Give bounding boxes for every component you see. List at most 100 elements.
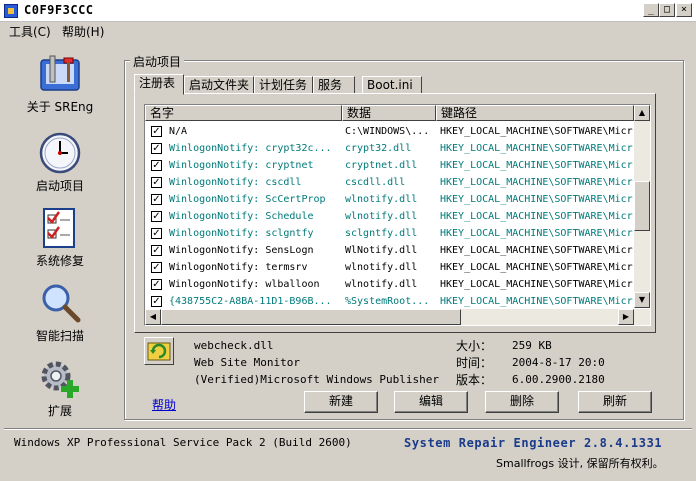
clock-icon <box>38 131 82 175</box>
table-row[interactable]: ✓ WinlogonNotify: Schedule wlnotify.dll HKE… <box>145 208 635 225</box>
row-checkbox[interactable]: ✓ <box>151 177 162 188</box>
menu-help[interactable]: 帮助(H) <box>62 23 104 40</box>
row-data: wlnotify.dll <box>345 211 418 222</box>
row-data: wlnotify.dll <box>345 279 418 290</box>
row-checkbox[interactable]: ✓ <box>151 211 162 222</box>
scroll-up-arrow[interactable]: ▲ <box>634 105 650 121</box>
sidebar-label-repair: 系统修复 <box>35 254 84 268</box>
row-name: N/A <box>169 126 188 137</box>
row-data: crypt32.dll <box>345 143 412 154</box>
row-key-path: HKEY_LOCAL_MACHINE\SOFTWARE\Micr <box>440 143 633 154</box>
detail-publisher: (Verified)Microsoft Windows Publisher <box>194 373 440 386</box>
table-row[interactable]: ✓ WinlogonNotify: SensLogn WlNotify.dll HKE… <box>145 242 635 259</box>
row-checkbox[interactable]: ✓ <box>151 143 162 154</box>
os-version-text: Windows XP Professional Service Pack 2 (… <box>14 436 352 449</box>
copyright-text: Smallfrogs 设计, 保留所有权利。 <box>496 457 664 470</box>
horizontal-scrollbar[interactable]: ◀ ▶ <box>145 309 650 325</box>
row-checkbox[interactable]: ✓ <box>151 279 162 290</box>
row-checkbox[interactable]: ✓ <box>151 296 162 307</box>
row-key-path: HKEY_LOCAL_MACHINE\SOFTWARE\Micr <box>440 211 633 222</box>
app-icon[interactable] <box>4 4 18 18</box>
magnifier-icon <box>38 281 82 325</box>
row-data: %SystemRoot... <box>345 296 430 307</box>
row-key-path: HKEY_LOCAL_MACHINE\SOFTWARE\Micr <box>440 228 633 239</box>
sidebar-item-scan[interactable]: 智能扫描 <box>10 281 110 344</box>
table-row[interactable]: ✓ N/A C:\WINDOWS\... HKEY_LOCAL_MACHINE\SOF… <box>145 123 635 140</box>
checklist-icon <box>38 206 82 250</box>
row-name: WinlogonNotify: SensLogn <box>169 245 314 256</box>
sidebar-item-about[interactable]: 关于 SREng <box>10 52 110 115</box>
tab-registry[interactable]: 注册表 <box>134 74 184 95</box>
scroll-down-arrow[interactable]: ▼ <box>634 292 650 308</box>
row-checkbox[interactable]: ✓ <box>151 126 162 137</box>
row-name: WinlogonNotify: termsrv <box>169 262 308 273</box>
scroll-right-arrow[interactable]: ▶ <box>618 309 634 325</box>
table-row[interactable]: ✓ WinlogonNotify: wlballoon wlnotify.dll HK… <box>145 276 635 293</box>
row-data: cryptnet.dll <box>345 160 418 171</box>
sidebar-item-repair[interactable]: 系统修复 <box>10 206 110 269</box>
table-row[interactable]: ✓ WinlogonNotify: cscdll cscdll.dll HKEY_LO… <box>145 174 635 191</box>
list-header: 名字 数据 键路径 <box>145 105 650 122</box>
table-row[interactable]: ✓ WinlogonNotify: termsrv wlnotify.dll HKEY… <box>145 259 635 276</box>
row-checkbox[interactable]: ✓ <box>151 160 162 171</box>
refresh-button[interactable]: 刷新 <box>578 391 652 413</box>
detail-file-name: webcheck.dll <box>194 339 274 352</box>
menu-tools[interactable]: 工具(C) <box>9 23 51 40</box>
row-data: cscdll.dll <box>345 177 406 188</box>
row-checkbox[interactable]: ✓ <box>151 245 162 256</box>
row-name: WinlogonNotify: cryptnet <box>169 160 314 171</box>
row-data: WlNotify.dll <box>345 245 418 256</box>
row-name: WinlogonNotify: sclgntfy <box>169 228 314 239</box>
horizontal-scroll-thumb[interactable] <box>161 309 461 325</box>
column-header-path[interactable]: 键路径 <box>436 105 634 121</box>
row-key-path: HKEY_LOCAL_MACHINE\SOFTWARE\Micr <box>440 194 633 205</box>
scroll-left-arrow[interactable]: ◀ <box>145 309 161 325</box>
row-key-path: HKEY_LOCAL_MACHINE\SOFTWARE\Micr <box>440 126 633 137</box>
column-header-data[interactable]: 数据 <box>342 105 436 121</box>
row-checkbox[interactable]: ✓ <box>151 194 162 205</box>
detail-description: Web Site Monitor <box>194 356 300 369</box>
detail-time-label: 时间： <box>456 356 493 370</box>
sidebar-item-startup[interactable]: 启动项目 <box>10 131 110 194</box>
vertical-scrollbar[interactable]: ▲ ▼ <box>634 105 650 308</box>
row-key-path: HKEY_LOCAL_MACHINE\SOFTWARE\Micr <box>440 245 633 256</box>
menu-bar: 工具(C) 帮助(H) <box>0 22 696 40</box>
scroll-thumb[interactable] <box>634 181 650 231</box>
detail-version-label: 版本： <box>456 373 493 387</box>
row-data: wlnotify.dll <box>345 194 418 205</box>
title-bar[interactable]: C0F9F3CCC _ □ × <box>0 0 696 22</box>
maximize-button[interactable]: □ <box>659 3 675 17</box>
row-name: WinlogonNotify: wlballoon <box>169 279 320 290</box>
detail-size-label: 大小： <box>456 339 493 353</box>
row-key-path: HKEY_LOCAL_MACHINE\SOFTWARE\Micr <box>440 160 633 171</box>
tab-scheduled-tasks[interactable]: 计划任务 <box>254 76 313 94</box>
row-name: WinlogonNotify: cscdll <box>169 177 302 188</box>
edit-button[interactable]: 编辑 <box>394 391 468 413</box>
row-name: WinlogonNotify: Schedule <box>169 211 314 222</box>
column-header-name[interactable]: 名字 <box>145 105 342 121</box>
table-row[interactable]: ✓ WinlogonNotify: sclgntfy sclgntfy.dll HKE… <box>145 225 635 242</box>
row-key-path: HKEY_LOCAL_MACHINE\SOFTWARE\Micr <box>440 279 633 290</box>
main-window: C0F9F3CCC _ □ × 工具(C) 帮助(H) 关于 SREng 启动项… <box>0 0 696 481</box>
minimize-button[interactable]: _ <box>643 3 659 17</box>
table-row[interactable]: ✓ WinlogonNotify: crypt32c... crypt32.dll H… <box>145 140 635 157</box>
row-name: {438755C2-A8BA-11D1-B96B... <box>169 296 332 307</box>
detail-version-value: 6.00.2900.2180 <box>512 373 605 386</box>
sidebar-item-extend[interactable]: 扩展 <box>10 356 110 419</box>
table-row[interactable]: ✓ WinlogonNotify: cryptnet cryptnet.dll HKE… <box>145 157 635 174</box>
gear-plus-icon <box>38 356 82 400</box>
startup-list[interactable]: 名字 数据 键路径 ✓ N/A C:\WINDOWS\... HKEY_LOCAL_M… <box>144 104 651 326</box>
tab-startup-folder[interactable]: 启动文件夹 <box>184 76 254 94</box>
new-button[interactable]: 新建 <box>304 391 378 413</box>
row-checkbox[interactable]: ✓ <box>151 228 162 239</box>
close-button[interactable]: × <box>676 3 692 17</box>
tab-services[interactable]: 服务 <box>313 76 355 94</box>
table-row[interactable]: ✓ WinlogonNotify: ScCertProp wlnotify.dll H… <box>145 191 635 208</box>
sidebar-label-scan: 智能扫描 <box>35 329 84 343</box>
file-icon <box>144 337 174 365</box>
row-checkbox[interactable]: ✓ <box>151 262 162 273</box>
tab-boot-ini[interactable]: Boot.ini <box>362 76 422 94</box>
help-link[interactable]: 帮助 <box>152 396 176 413</box>
table-row[interactable]: ✓ {438755C2-A8BA-11D1-B96B... %SystemRoot.… <box>145 293 635 310</box>
delete-button[interactable]: 删除 <box>485 391 559 413</box>
